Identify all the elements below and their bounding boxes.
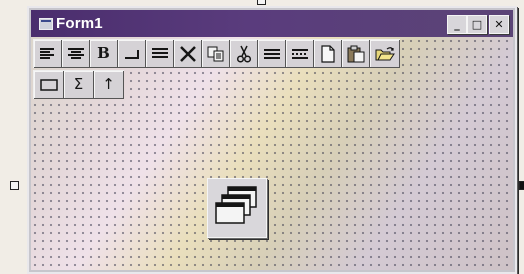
close-icon: ✕ — [494, 18, 504, 31]
up-arrow-button[interactable]: ↑ — [94, 71, 124, 99]
cut-button[interactable] — [230, 40, 258, 68]
form-window[interactable]: Form1 _ □ ✕ B Σ ↑ — [27, 6, 517, 274]
bold-button[interactable]: B — [90, 40, 118, 68]
stacked-windows-control[interactable] — [207, 178, 267, 238]
minimize-button[interactable]: _ — [447, 15, 467, 34]
toolbar-row-2: Σ ↑ — [33, 70, 124, 99]
selection-handle-left[interactable] — [10, 181, 19, 190]
up-arrow-icon: ↑ — [102, 75, 115, 93]
paste-button[interactable] — [342, 40, 370, 68]
sum-button[interactable]: Σ — [64, 71, 94, 99]
title-bar[interactable]: Form1 _ □ ✕ — [31, 10, 513, 37]
open-folder-icon — [375, 46, 395, 60]
copy-icon — [207, 46, 223, 61]
sum-icon: Σ — [73, 75, 84, 93]
form-icon[interactable] — [39, 18, 53, 30]
new-document-button[interactable] — [314, 40, 342, 68]
line-corner-icon — [124, 49, 139, 59]
justify-icon — [151, 47, 168, 58]
minimize-icon: _ — [454, 18, 460, 31]
paste-icon — [347, 45, 364, 62]
rectangle-button[interactable] — [34, 71, 64, 99]
open-folder-button[interactable] — [370, 40, 400, 68]
dashed-lines-icon — [291, 48, 308, 59]
selection-handle-top[interactable] — [257, 0, 266, 5]
horizontal-lines-button[interactable] — [258, 40, 286, 68]
maximize-icon: □ — [471, 18, 483, 31]
align-left-icon — [39, 47, 54, 59]
close-button[interactable]: ✕ — [489, 15, 509, 34]
line-corner-button[interactable] — [118, 40, 146, 68]
window-title: Form1 — [56, 15, 103, 32]
cut-icon — [236, 45, 251, 63]
stacked-windows-icon — [215, 186, 257, 224]
justify-button[interactable] — [146, 40, 174, 68]
new-document-icon — [320, 44, 335, 63]
selection-handle-right[interactable] — [519, 181, 524, 190]
horizontal-lines-icon — [263, 48, 280, 59]
align-center-button[interactable] — [62, 40, 90, 68]
align-left-button[interactable] — [34, 40, 62, 68]
delete-button[interactable] — [174, 40, 202, 68]
maximize-button[interactable]: □ — [467, 15, 487, 34]
delete-icon — [179, 45, 196, 62]
dashed-lines-button[interactable] — [286, 40, 314, 68]
toolbar-row-1: B — [33, 39, 400, 68]
align-center-icon — [67, 47, 84, 59]
copy-button[interactable] — [202, 40, 230, 68]
bold-icon: B — [97, 44, 110, 62]
rectangle-icon — [39, 78, 58, 91]
